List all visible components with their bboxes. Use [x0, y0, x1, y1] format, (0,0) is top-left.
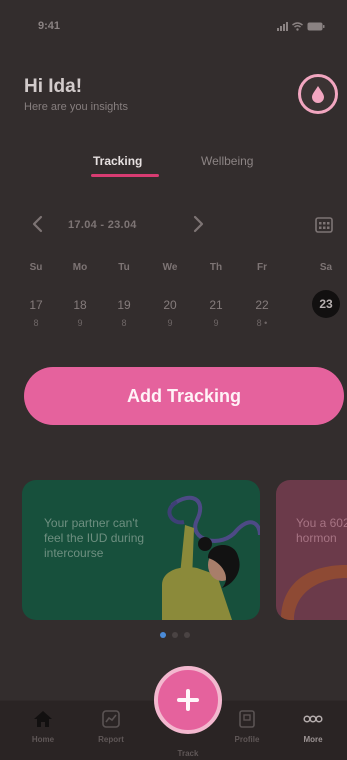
day-saturday[interactable]: Sa 23	[306, 262, 346, 322]
arc-illustration	[281, 565, 347, 620]
plus-icon	[177, 689, 199, 711]
day-name: Th	[209, 262, 223, 273]
nav-more[interactable]: More	[288, 709, 338, 744]
day-date: 21	[209, 298, 223, 312]
nav-label: More	[303, 735, 323, 744]
day-mark: 8	[121, 318, 127, 328]
day-date: 20	[163, 298, 177, 312]
status-time: 9:41	[38, 20, 61, 32]
day-name: Mo	[72, 262, 88, 273]
insight-text: Your partner can't feel the IUD during i…	[44, 516, 145, 560]
nav-profile[interactable]: Profile	[222, 709, 272, 744]
status-bar: 9:41	[0, 0, 347, 44]
battery-icon	[307, 22, 325, 31]
day-name: Tu	[118, 262, 130, 273]
week-range: 17.04 - 23.04	[68, 219, 137, 231]
insight-text: You a 602 0 hormon	[296, 516, 347, 545]
system-icons	[277, 22, 325, 31]
signal-icon	[277, 22, 288, 31]
add-fab-button[interactable]	[154, 666, 222, 734]
nav-report[interactable]: Report	[86, 709, 136, 744]
wifi-icon	[292, 22, 303, 31]
day-date: 19	[117, 298, 131, 312]
chevron-left-icon[interactable]	[30, 214, 46, 234]
insight-card[interactable]: Your partner can't feel the IUD during i…	[22, 480, 260, 620]
day-wednesday[interactable]: We 20 9	[150, 262, 190, 328]
day-monday[interactable]: Mo 18 9	[60, 262, 100, 328]
day-mark: 9	[77, 318, 83, 328]
day-name: Sa	[319, 262, 333, 273]
tab-tracking[interactable]: Tracking	[93, 154, 142, 168]
day-sunday[interactable]: Su 17 8	[16, 262, 56, 328]
nav-label: Home	[31, 735, 55, 744]
home-icon	[34, 711, 52, 727]
day-friday[interactable]: Fr 22 8 •	[242, 262, 282, 328]
day-date-selected: 23	[312, 290, 340, 318]
insight-card[interactable]: You a 602 0 hormon	[276, 480, 347, 620]
day-name: We	[162, 262, 178, 273]
nav-track[interactable]: Track	[163, 743, 213, 758]
app-screen: 9:41 Hi Ida! Here are you insights Track…	[0, 0, 347, 760]
add-tracking-button[interactable]: Add Tracking	[24, 367, 344, 425]
profile-icon	[239, 710, 255, 728]
day-name: Fr	[257, 262, 267, 273]
carousel-indicator	[0, 632, 347, 640]
tab-wellbeing[interactable]: Wellbeing	[201, 154, 253, 168]
cycle-button[interactable]	[298, 74, 338, 114]
day-date: 22	[255, 298, 269, 312]
day-thursday[interactable]: Th 21 9	[196, 262, 236, 328]
day-tuesday[interactable]: Tu 19 8	[104, 262, 144, 328]
day-mark: 9	[213, 318, 219, 328]
carousel-dot[interactable]	[184, 632, 190, 638]
day-mark: 8	[33, 318, 39, 328]
day-date: 17	[29, 298, 43, 312]
active-tab-indicator	[91, 174, 159, 177]
day-date: 18	[73, 298, 87, 312]
nav-label: Track	[177, 749, 199, 758]
day-mark: 8 •	[256, 318, 268, 328]
greeting-subtitle: Here are you insights	[24, 101, 128, 113]
nav-label: Report	[98, 735, 124, 744]
week-navigator: 17.04 - 23.04	[0, 214, 347, 244]
drop-icon	[312, 86, 324, 103]
carousel-dot-active[interactable]	[160, 632, 166, 638]
carousel-dot[interactable]	[172, 632, 178, 638]
calendar-icon[interactable]	[315, 217, 333, 233]
nav-home[interactable]: Home	[18, 709, 68, 744]
day-mark: 9	[167, 318, 173, 328]
more-icon	[303, 715, 323, 723]
chevron-right-icon[interactable]	[190, 214, 206, 234]
report-icon	[102, 710, 120, 728]
greeting-title: Hi Ida!	[24, 76, 83, 97]
nav-label: Profile	[234, 735, 260, 744]
tab-bar: Tracking Wellbeing	[0, 154, 347, 184]
day-name: Su	[29, 262, 43, 273]
